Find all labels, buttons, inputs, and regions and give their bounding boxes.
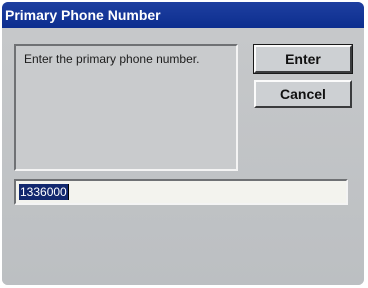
text-cursor bbox=[68, 184, 69, 200]
device-screen: Primary Phone Number Enter the primary p… bbox=[2, 2, 364, 285]
phone-number-dialog: Enter the primary phone number. Enter Ca… bbox=[2, 28, 364, 285]
phone-number-value: 1336000 bbox=[19, 184, 68, 200]
cancel-button[interactable]: Cancel bbox=[254, 80, 352, 108]
enter-button[interactable]: Enter bbox=[253, 44, 353, 74]
window-title: Primary Phone Number bbox=[5, 7, 161, 23]
phone-number-input[interactable]: 1336000 bbox=[14, 179, 348, 205]
message-panel: Enter the primary phone number. bbox=[14, 44, 238, 171]
title-bar: Primary Phone Number bbox=[2, 2, 364, 28]
prompt-message: Enter the primary phone number. bbox=[24, 52, 200, 66]
